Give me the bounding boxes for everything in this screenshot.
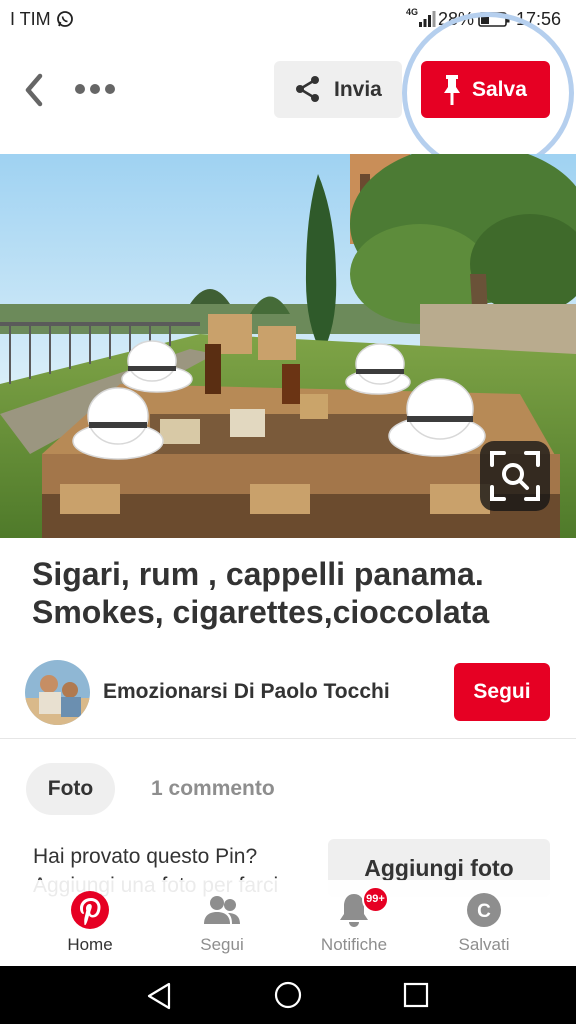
system-back-icon[interactable] [145, 981, 175, 1011]
network-type-label: 4G [406, 7, 419, 17]
profile-initial: C [477, 901, 491, 922]
pin-title: Sigari, rum , cappelli panama. Smokes, c… [32, 556, 490, 630]
tab-comments[interactable]: 1 commento [151, 777, 275, 801]
pinterest-logo-icon [71, 891, 109, 929]
visual-search-button[interactable] [480, 441, 550, 511]
nav-following[interactable]: Segui [162, 880, 282, 966]
nav-following-label: Segui [200, 935, 244, 954]
tried-pin-question: Hai provato questo Pin? [33, 845, 258, 868]
nav-saved-label: Salvati [458, 935, 510, 954]
nav-notifications-label: Notifiche [320, 935, 388, 954]
status-bar: I TIM 4G 28% 17:56 [0, 0, 576, 38]
nav-notifications[interactable]: 99+ Notifiche [294, 880, 414, 966]
save-button-label: Salva [472, 78, 527, 101]
more-dots-icon[interactable] [70, 76, 120, 102]
save-button[interactable]: Salva [421, 61, 550, 118]
visual-search-icon [490, 451, 540, 501]
divider [0, 738, 576, 739]
tab-foto[interactable]: Foto [26, 763, 115, 815]
avatar[interactable] [25, 660, 90, 725]
battery-icon [478, 12, 510, 27]
battery-percent: 28% [438, 9, 475, 29]
signal-icon [419, 11, 436, 27]
whatsapp-icon [57, 11, 73, 27]
share-icon [296, 76, 319, 102]
share-button-label: Invia [334, 78, 382, 101]
people-icon [204, 896, 240, 924]
creator-name[interactable]: Emozionarsi Di Paolo Tocchi [103, 680, 390, 704]
nav-home-label: Home [67, 935, 113, 954]
system-recent-apps-icon[interactable] [402, 981, 430, 1009]
notification-badge: 99+ [362, 886, 389, 913]
nav-home[interactable]: Home [30, 880, 150, 966]
bottom-navigation: Home Segui 99+ Notifiche C Salvati [0, 880, 576, 966]
chevron-left-icon[interactable] [18, 70, 52, 110]
pin-icon [444, 75, 460, 105]
system-navigation-bar [0, 966, 576, 1024]
profile-initial-icon: C [467, 893, 501, 927]
share-button[interactable]: Invia [274, 61, 402, 118]
follow-button[interactable]: Segui [454, 663, 550, 721]
system-home-icon[interactable] [273, 980, 303, 1010]
clock: 17:56 [516, 9, 562, 29]
carrier-label: I TIM [10, 9, 51, 29]
nav-saved[interactable]: C Salvati [424, 880, 544, 966]
